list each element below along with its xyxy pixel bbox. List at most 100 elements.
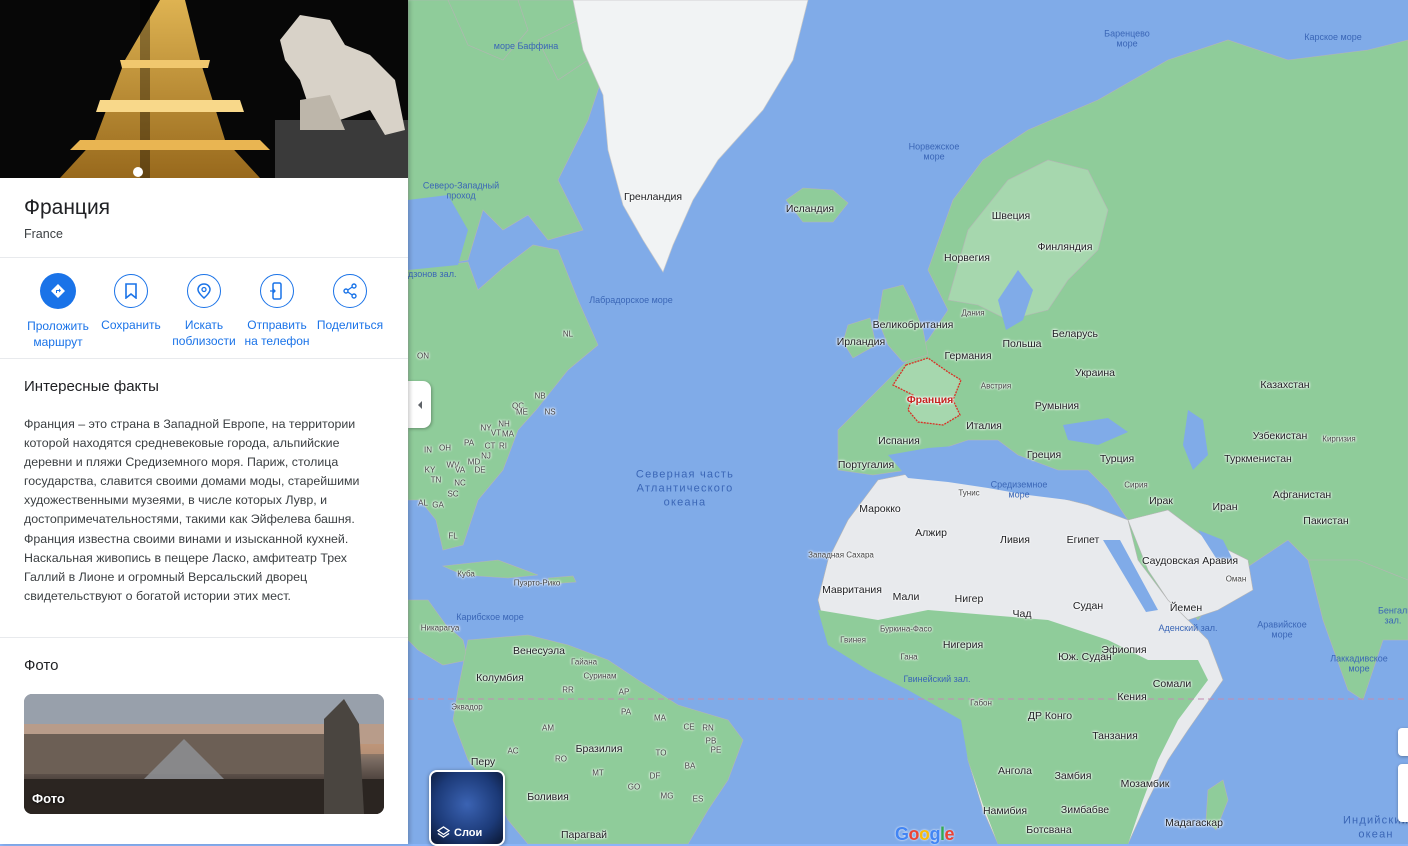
- share-button[interactable]: Поделиться: [312, 270, 388, 333]
- country-label[interactable]: Узбекистан: [1253, 430, 1308, 442]
- country-label[interactable]: Чад: [1013, 608, 1032, 620]
- country-label[interactable]: Венесуэла: [513, 645, 565, 657]
- eiffel-tower-image: [0, 0, 408, 178]
- country-label[interactable]: Турция: [1100, 453, 1134, 465]
- region-label: RI: [499, 441, 507, 451]
- country-label[interactable]: Саудовская Аравия: [1142, 555, 1238, 567]
- country-label[interactable]: Парагвай: [561, 829, 607, 841]
- place-panel: Франция France Проложить маршрут Сохрани…: [0, 0, 408, 844]
- country-label[interactable]: Гайана: [571, 657, 597, 666]
- country-label[interactable]: Украина: [1075, 367, 1115, 379]
- country-label[interactable]: Норвегия: [944, 252, 990, 264]
- country-label[interactable]: Сирия: [1124, 480, 1148, 489]
- country-label[interactable]: Йемен: [1170, 602, 1202, 614]
- photos-heading: Фото: [24, 657, 59, 674]
- country-label[interactable]: Судан: [1073, 600, 1103, 612]
- country-label[interactable]: Италия: [966, 420, 1002, 432]
- country-label[interactable]: Беларусь: [1052, 328, 1098, 340]
- layers-button[interactable]: Слои: [429, 770, 505, 846]
- country-label[interactable]: Бразилия: [576, 743, 623, 755]
- country-label[interactable]: Казахстан: [1260, 379, 1309, 391]
- zoom-in-button[interactable]: [1398, 728, 1408, 756]
- country-label[interactable]: Намибия: [983, 805, 1027, 817]
- country-label[interactable]: Швеция: [992, 210, 1031, 222]
- country-label[interactable]: Мавритания: [822, 584, 882, 596]
- nearby-button[interactable]: Искать поблизости: [166, 270, 242, 349]
- country-label[interactable]: Юж. Судан: [1058, 651, 1112, 663]
- country-label[interactable]: Киргизия: [1322, 434, 1355, 443]
- country-label[interactable]: Гана: [900, 652, 917, 661]
- country-label[interactable]: ДР Конго: [1028, 710, 1072, 722]
- directions-button[interactable]: Проложить маршрут: [20, 270, 96, 350]
- country-label[interactable]: Финляндия: [1038, 241, 1093, 253]
- region-label: NH: [498, 419, 510, 429]
- country-label[interactable]: Ирак: [1149, 495, 1173, 507]
- zoom-out-button[interactable]: [1398, 764, 1408, 822]
- country-label[interactable]: Германия: [944, 350, 991, 362]
- facts-heading: Интересные факты: [24, 378, 159, 395]
- country-label[interactable]: Португалия: [838, 459, 894, 471]
- hero-photo[interactable]: [0, 0, 408, 178]
- landmass-india: [1307, 559, 1408, 701]
- country-label[interactable]: Алжир: [915, 527, 947, 539]
- country-label[interactable]: Ирландия: [837, 336, 885, 348]
- country-label[interactable]: Зимбабве: [1061, 804, 1109, 816]
- country-label[interactable]: Боливия: [527, 791, 569, 803]
- country-label[interactable]: Австрия: [981, 381, 1011, 390]
- region-label: NC: [454, 478, 466, 488]
- country-label[interactable]: Ботсвана: [1026, 824, 1071, 836]
- country-label[interactable]: Мадагаскар: [1165, 817, 1223, 829]
- country-label[interactable]: Суринам: [584, 671, 617, 680]
- country-label[interactable]: Буркина-Фасо: [880, 624, 932, 633]
- country-label[interactable]: Колумбия: [476, 672, 524, 684]
- country-label[interactable]: Дания: [961, 308, 984, 317]
- country-label[interactable]: Испания: [878, 435, 920, 447]
- country-label[interactable]: Туркменистан: [1224, 453, 1292, 465]
- country-label[interactable]: Марокко: [859, 503, 901, 515]
- country-label[interactable]: Польша: [1002, 338, 1041, 350]
- region-label: RO: [555, 754, 567, 764]
- highlighted-country-label[interactable]: Франция: [907, 394, 954, 406]
- country-label[interactable]: Перу: [471, 756, 495, 768]
- country-label[interactable]: Исландия: [786, 203, 834, 215]
- country-label[interactable]: Мали: [893, 591, 920, 603]
- country-label[interactable]: Тунис: [958, 488, 979, 497]
- country-label[interactable]: Замбия: [1055, 770, 1092, 782]
- collapse-panel-button[interactable]: [408, 381, 431, 428]
- country-label[interactable]: Танзания: [1092, 730, 1138, 742]
- louvre-image: [24, 694, 384, 814]
- country-label[interactable]: Афганистан: [1273, 489, 1331, 501]
- sea-label: море Баффина: [493, 40, 559, 51]
- country-label[interactable]: Мозамбик: [1121, 778, 1170, 790]
- country-label[interactable]: Пакистан: [1303, 515, 1348, 527]
- country-label[interactable]: Ангола: [998, 765, 1032, 777]
- country-label[interactable]: Оман: [1226, 574, 1247, 583]
- country-label[interactable]: Нигер: [955, 593, 984, 605]
- louvre-photo-card[interactable]: Фото: [24, 694, 384, 814]
- country-label[interactable]: Габон: [970, 698, 992, 707]
- country-label[interactable]: Никарагуа: [421, 623, 460, 632]
- country-label[interactable]: Гвинея: [840, 635, 866, 644]
- country-label[interactable]: Кения: [1117, 691, 1146, 703]
- country-label[interactable]: Великобритания: [873, 319, 954, 331]
- send-to-phone-button[interactable]: Отправить на телефон: [239, 270, 315, 349]
- country-label[interactable]: Куба: [457, 569, 475, 578]
- country-label[interactable]: Пуэрто-Рико: [514, 578, 561, 587]
- save-button[interactable]: Сохранить: [93, 270, 169, 333]
- country-label[interactable]: Иран: [1212, 501, 1237, 513]
- region-label: ES: [692, 794, 704, 804]
- country-label[interactable]: Ливия: [1000, 534, 1030, 546]
- country-label[interactable]: Египет: [1067, 534, 1100, 546]
- region-label: ME: [516, 407, 528, 417]
- country-label[interactable]: Сомали: [1153, 678, 1191, 690]
- map-canvas[interactable]: Гренландия Исландия Швеция Финляндия Нор…: [408, 0, 1408, 844]
- region-label: SC: [447, 489, 459, 499]
- country-label[interactable]: Нигерия: [943, 639, 983, 651]
- country-label[interactable]: Греция: [1027, 449, 1061, 461]
- region-label: CT: [484, 441, 496, 451]
- country-label[interactable]: Румыния: [1035, 400, 1079, 412]
- sea-label: Карибское море: [456, 611, 524, 622]
- country-label[interactable]: Эквадор: [451, 702, 482, 711]
- country-label[interactable]: Западная Сахара: [808, 550, 874, 559]
- country-label[interactable]: Гренландия: [624, 191, 682, 203]
